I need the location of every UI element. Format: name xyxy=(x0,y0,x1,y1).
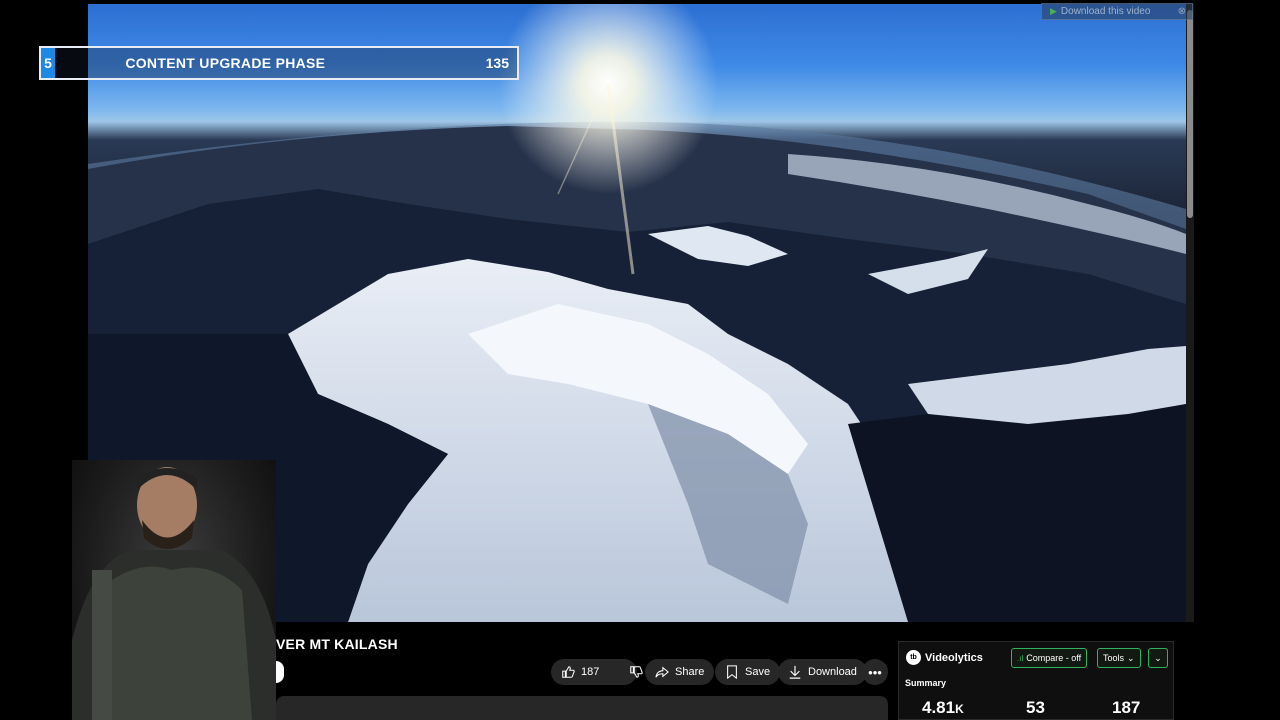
download-label: Download xyxy=(808,666,857,678)
download-button[interactable]: Download xyxy=(778,659,867,685)
play-icon: ▶ xyxy=(1050,6,1057,16)
tools-dropdown[interactable]: Tools ⌄ xyxy=(1097,648,1141,668)
compare-toggle-button[interactable]: .ıl Compare - off xyxy=(1011,648,1088,668)
download-video-banner[interactable]: ▶ Download this video ⊗ xyxy=(1041,3,1193,20)
phase-count: 135 xyxy=(485,55,509,71)
summary-heading: Summary xyxy=(905,678,947,688)
videolytics-panel: tb Videolytics .ıl Compare - off Tools ⌄… xyxy=(898,641,1174,720)
video-title: VER MT KAILASH xyxy=(276,636,398,652)
videolytics-name: Videolytics xyxy=(925,651,983,664)
comments-stat: 53 xyxy=(1026,698,1045,717)
bar-chart-icon: .ıl xyxy=(1017,653,1024,663)
compare-label: Compare - off xyxy=(1026,653,1082,663)
like-button[interactable]: 187 xyxy=(551,659,607,685)
webcam-overlay xyxy=(72,460,276,720)
views-value: 4.81 xyxy=(922,698,956,717)
close-icon[interactable]: ⊗ xyxy=(1178,6,1186,17)
save-label: Save xyxy=(745,666,771,678)
chevron-down-icon: ⌄ xyxy=(1154,652,1162,663)
chevron-down-icon: ⌄ xyxy=(1127,652,1135,663)
thumbs-up-icon xyxy=(562,666,575,678)
channel-avatar[interactable] xyxy=(276,661,284,683)
thumbs-down-icon xyxy=(630,666,644,678)
more-button[interactable]: ••• xyxy=(862,659,888,685)
description-box[interactable] xyxy=(276,696,888,720)
views-unit: K xyxy=(955,702,964,716)
tools-label: Tools xyxy=(1103,653,1125,663)
expand-button[interactable]: ⌄ xyxy=(1148,648,1168,668)
videolytics-brand: tb Videolytics xyxy=(906,650,983,665)
share-button[interactable]: Share xyxy=(645,659,715,685)
save-button[interactable]: Save xyxy=(715,659,781,685)
share-label: Share xyxy=(675,666,705,678)
scrollbar-thumb[interactable] xyxy=(1187,10,1193,218)
like-dislike-group: 187 xyxy=(551,659,644,685)
phase-progress-bar: 5 CONTENT UPGRADE PHASE 135 xyxy=(39,46,519,80)
bookmark-icon xyxy=(727,665,737,679)
views-stat: 4.81K xyxy=(922,698,964,718)
presenter-image xyxy=(72,467,276,720)
phase-title: CONTENT UPGRADE PHASE xyxy=(125,55,326,71)
download-banner-label: Download this video xyxy=(1060,6,1151,17)
like-count: 187 xyxy=(581,666,600,678)
likes-stat: 187 xyxy=(1112,698,1141,717)
videolytics-logo-icon: tb xyxy=(906,650,921,665)
download-icon xyxy=(789,665,801,679)
share-icon xyxy=(655,666,669,678)
more-icon: ••• xyxy=(868,664,882,680)
